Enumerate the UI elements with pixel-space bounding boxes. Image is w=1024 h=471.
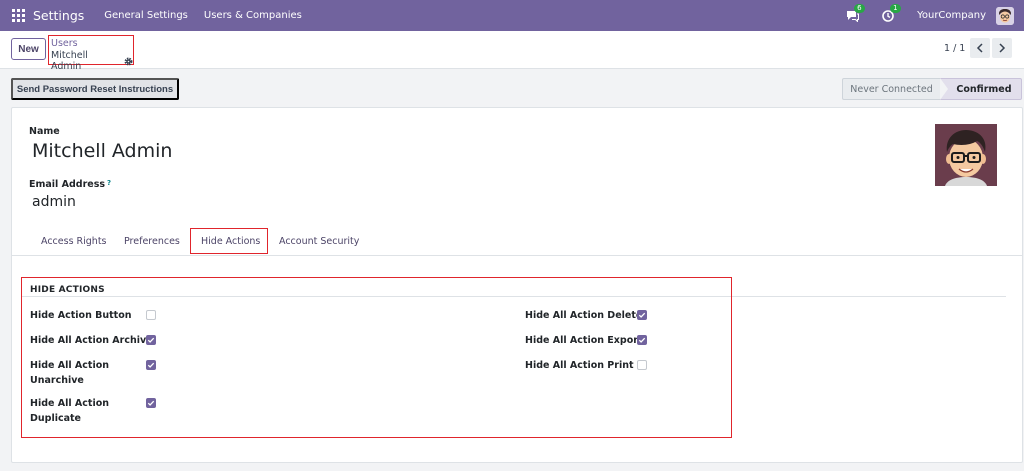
pager-previous-button[interactable] (970, 38, 990, 58)
email-label-text: Email Address (29, 179, 106, 190)
section-title: HIDE ACTIONS (30, 285, 105, 295)
hide-all-action-archive-checkbox[interactable] (146, 335, 156, 345)
pager-next-button[interactable] (992, 38, 1012, 58)
breadcrumb-current-label: Mitchell Admin (51, 50, 88, 72)
hide-all-action-print-checkbox[interactable] (637, 360, 647, 370)
form-sheet: Name Mitchell Admin Email Address? admin… (11, 107, 1023, 463)
status-bar: Never Connected Confirmed (842, 78, 1022, 100)
label-line2: Unarchive (30, 375, 84, 386)
tab-preferences[interactable]: Preferences (124, 236, 180, 247)
breadcrumb-current: Mitchell Admin (51, 50, 133, 72)
activities-clock-icon[interactable]: 1 (881, 3, 901, 23)
name-label: Name (29, 126, 60, 137)
top-navbar: Settings General Settings Users & Compan… (0, 0, 1024, 31)
pager-value[interactable]: 1 / 1 (944, 43, 965, 54)
hide-all-action-print-label: Hide All Action Print (525, 360, 634, 371)
menu-users-companies[interactable]: Users & Companies (204, 10, 302, 21)
hide-all-action-delete-label: Hide All Action Delete (525, 310, 643, 321)
label-line1: Hide All Action (30, 360, 110, 371)
check-icon (147, 337, 155, 343)
apps-menu-icon[interactable] (12, 9, 25, 22)
company-switcher[interactable]: YourCompany (917, 10, 986, 21)
new-button[interactable]: New (11, 38, 46, 60)
user-photo[interactable] (935, 124, 997, 186)
label-line1: Hide All Action (30, 398, 110, 409)
email-field[interactable]: admin (32, 194, 76, 210)
check-icon (147, 400, 155, 406)
hide-actions-section: HIDE ACTIONS Hide Action Button Hide All… (21, 277, 732, 438)
email-label: Email Address? (29, 179, 111, 190)
stage-confirmed[interactable]: Confirmed (940, 78, 1022, 100)
user-avatar[interactable] (996, 6, 1014, 25)
hide-all-action-unarchive-label: Hide All Action Unarchive (30, 358, 109, 388)
control-panel: New Users Mitchell Admin 1 / 1 (0, 31, 1024, 72)
messages-badge: 6 (854, 3, 865, 13)
chevron-right-icon (999, 43, 1006, 53)
stage-never-connected[interactable]: Never Connected (842, 78, 940, 100)
hide-all-action-delete-checkbox[interactable] (637, 310, 647, 320)
label-line2: Duplicate (30, 413, 81, 424)
tab-hide-actions[interactable]: Hide Actions (201, 236, 260, 247)
activities-badge: 1 (890, 3, 901, 13)
app-brand[interactable]: Settings (33, 8, 84, 23)
hide-all-action-export-label: Hide All Action Export (525, 335, 643, 346)
messages-icon[interactable]: 6 (845, 3, 865, 23)
chevron-left-icon (976, 43, 983, 53)
check-icon (638, 337, 646, 343)
name-field[interactable]: Mitchell Admin (32, 140, 172, 162)
hide-all-action-duplicate-label: Hide All Action Duplicate (30, 396, 109, 426)
hide-action-button-label: Hide Action Button (30, 310, 132, 321)
hide-all-action-unarchive-checkbox[interactable] (146, 360, 156, 370)
check-icon (147, 362, 155, 368)
tab-account-security[interactable]: Account Security (279, 236, 359, 247)
send-password-reset-button[interactable]: Send Password Reset Instructions (11, 78, 179, 100)
help-tooltip-icon[interactable]: ? (107, 179, 111, 187)
breadcrumb-users-link[interactable]: Users (51, 38, 78, 49)
hide-all-action-duplicate-checkbox[interactable] (146, 398, 156, 408)
gear-icon[interactable] (124, 57, 133, 66)
hide-all-action-export-checkbox[interactable] (637, 335, 647, 345)
tab-access-rights[interactable]: Access Rights (41, 236, 107, 247)
hide-all-action-archive-label: Hide All Action Archive (30, 335, 153, 346)
menu-general-settings[interactable]: General Settings (104, 10, 188, 21)
breadcrumb: Users Mitchell Admin (48, 35, 134, 72)
hide-action-button-checkbox[interactable] (146, 310, 156, 320)
check-icon (638, 312, 646, 318)
